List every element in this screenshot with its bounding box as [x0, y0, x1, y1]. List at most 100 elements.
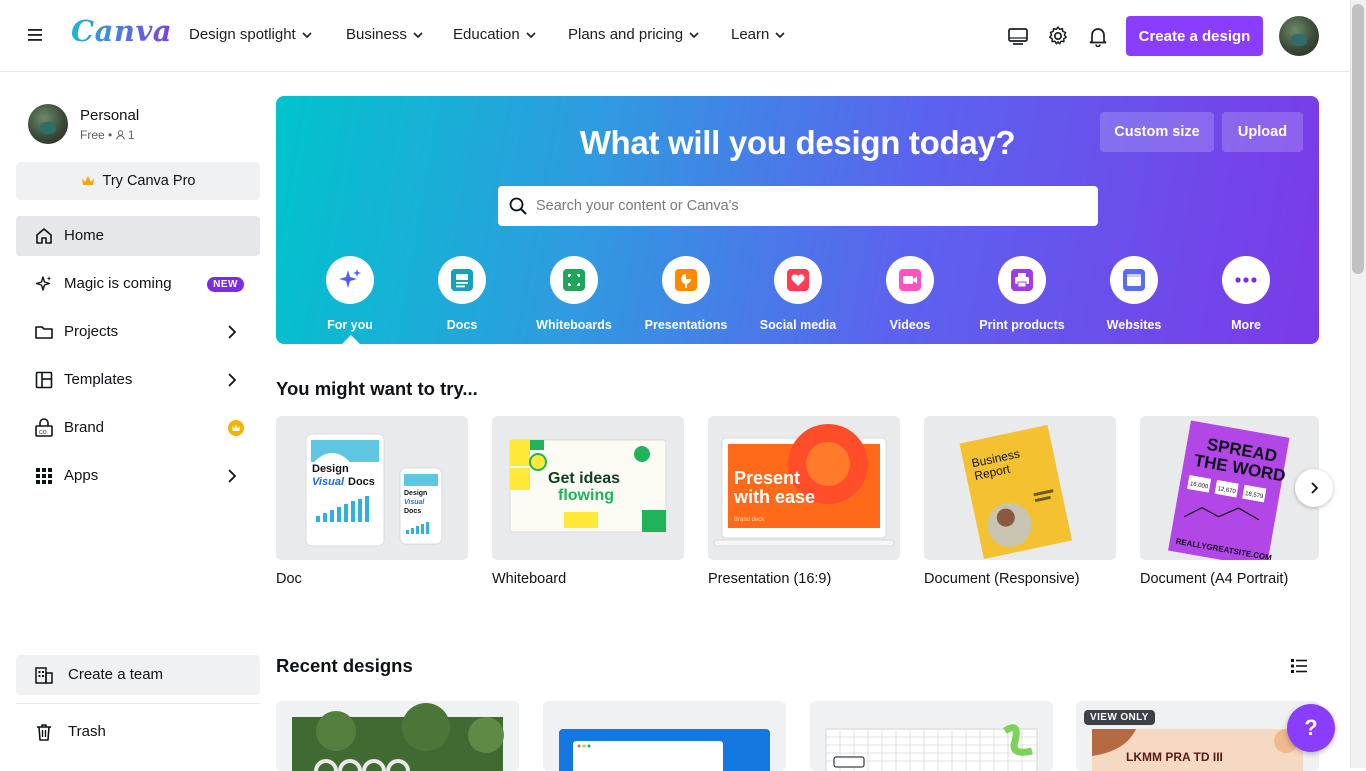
category-label: Social media	[759, 318, 837, 332]
sidebar-item-home[interactable]: Home	[16, 216, 260, 256]
trash-icon	[37, 724, 51, 741]
template-card-document-responsive[interactable]: Business Report	[924, 416, 1116, 560]
selected-category-indicator	[342, 335, 360, 344]
nav-design-spotlight[interactable]: Design spotlight	[189, 26, 312, 43]
gear-icon[interactable]	[1047, 25, 1069, 47]
thumb-text: Brand deck	[734, 517, 765, 523]
top-navigation-bar: Canva Design spotlight Business Educatio…	[0, 0, 1350, 72]
printer-icon	[998, 256, 1046, 304]
category-docs[interactable]: Docs	[406, 256, 518, 332]
svg-text:CO.: CO.	[39, 430, 48, 436]
sidebar-item-projects[interactable]: Projects	[16, 312, 260, 352]
recent-thumbnail-blue	[543, 701, 786, 771]
chevron-right-icon[interactable]	[224, 324, 240, 340]
view-only-badge: VIEW ONLY	[1084, 710, 1155, 725]
scrollbar-thumb[interactable]	[1352, 4, 1364, 274]
category-print-products[interactable]: Print products	[966, 256, 1078, 332]
category-websites[interactable]: Websites	[1078, 256, 1190, 332]
profile-name[interactable]: Personal	[80, 107, 139, 124]
list-view-icon[interactable]	[1289, 656, 1309, 676]
desktop-app-icon[interactable]	[1007, 25, 1029, 47]
search-icon	[509, 197, 527, 215]
search-input[interactable]	[536, 186, 1086, 226]
thumb-text: LKMM PRA TD III	[1126, 750, 1223, 764]
category-label: Websites	[1106, 318, 1162, 332]
category-label: Docs	[446, 318, 478, 332]
help-button[interactable]: ?	[1287, 704, 1335, 752]
recent-design-card[interactable]	[276, 701, 519, 771]
sidebar-item-trash[interactable]: Trash	[16, 712, 260, 752]
brand-kit-icon: CO.	[35, 418, 53, 437]
search-bar[interactable]	[498, 186, 1098, 226]
more-icon	[1222, 256, 1270, 304]
chevron-down-icon	[302, 31, 312, 38]
create-design-button[interactable]: Create a design	[1126, 16, 1263, 56]
category-videos[interactable]: Videos	[854, 256, 966, 332]
sidebar-item-magic[interactable]: Magic is coming NEW	[16, 264, 260, 304]
carousel-next-button[interactable]	[1295, 469, 1333, 507]
bell-icon[interactable]	[1087, 25, 1109, 47]
template-label[interactable]: Document (A4 Portrait)	[1140, 571, 1288, 587]
category-whiteboards[interactable]: Whiteboards	[518, 256, 630, 332]
chevron-down-icon	[526, 31, 536, 38]
profile-avatar[interactable]	[28, 104, 68, 144]
template-label[interactable]: Doc	[276, 571, 302, 587]
template-card-presentation[interactable]: Present with ease Brand deck	[708, 416, 900, 560]
template-card-doc[interactable]: Design Visual Docs Design Visual Docs	[276, 416, 468, 560]
sidebar-item-templates[interactable]: Templates	[16, 360, 260, 400]
recent-design-card[interactable]	[543, 701, 786, 771]
template-label[interactable]: Whiteboard	[492, 571, 566, 587]
recent-design-card[interactable]	[810, 701, 1053, 771]
video-icon	[886, 256, 934, 304]
custom-size-button[interactable]: Custom size	[1100, 112, 1214, 152]
heart-icon	[774, 256, 822, 304]
category-presentations[interactable]: Presentations	[630, 256, 742, 332]
profile-plan-info: Free • 1	[80, 128, 135, 142]
chevron-right-icon	[1311, 482, 1319, 494]
menu-icon[interactable]	[27, 26, 45, 44]
nav-label: Education	[453, 26, 520, 43]
plan-label: Free	[80, 128, 105, 142]
user-avatar[interactable]	[1279, 16, 1319, 56]
separator-dot: •	[108, 128, 116, 142]
template-card-whiteboard[interactable]: Get ideas flowing	[492, 416, 684, 560]
chevron-right-icon[interactable]	[224, 372, 240, 388]
member-icon	[115, 130, 125, 140]
nav-label: Design spotlight	[189, 26, 296, 43]
templates-icon	[35, 371, 53, 389]
category-more[interactable]: More	[1190, 256, 1302, 332]
create-team-label: Create a team	[68, 666, 164, 683]
sidebar-item-apps[interactable]: Apps	[16, 456, 260, 496]
category-social-media[interactable]: Social media	[742, 256, 854, 332]
category-label: Print products	[979, 318, 1065, 332]
thumb-text: Design	[404, 490, 427, 497]
thumb-text: with ease	[733, 487, 815, 507]
template-label[interactable]: Document (Responsive)	[924, 571, 1080, 587]
template-card-document-a4[interactable]: SPREAD THE WORD 16,000 12,670 18,579 REA…	[1140, 416, 1319, 560]
home-icon	[36, 228, 52, 244]
section-title-try: You might want to try...	[276, 378, 478, 399]
team-building-icon	[35, 667, 53, 684]
thumb-text: Docs	[404, 508, 421, 515]
member-count: 1	[127, 128, 135, 142]
sidebar-item-brand[interactable]: CO. Brand	[16, 408, 260, 448]
nav-plans-and-pricing[interactable]: Plans and pricing	[568, 26, 699, 43]
nav-business[interactable]: Business	[346, 26, 423, 43]
canva-logo[interactable]: Canva	[71, 14, 172, 48]
upload-button[interactable]: Upload	[1222, 112, 1303, 152]
sparkle-icon	[35, 276, 52, 291]
nav-learn[interactable]: Learn	[731, 26, 785, 43]
nav-education[interactable]: Education	[453, 26, 536, 43]
create-team-button[interactable]: Create a team	[16, 655, 260, 695]
chevron-down-icon	[413, 31, 423, 38]
chevron-down-icon	[689, 31, 699, 38]
try-pro-label: Try Canva Pro	[102, 173, 196, 189]
chevron-right-icon[interactable]	[224, 468, 240, 484]
whiteboard-thumbnail: Get ideas flowing	[492, 416, 684, 560]
try-canva-pro-button[interactable]: Try Canva Pro	[16, 162, 260, 200]
new-badge: NEW	[207, 277, 244, 292]
category-for-you[interactable]: For you	[294, 256, 406, 332]
folder-icon	[35, 326, 53, 339]
template-label[interactable]: Presentation (16:9)	[708, 571, 831, 587]
chevron-down-icon	[775, 31, 785, 38]
